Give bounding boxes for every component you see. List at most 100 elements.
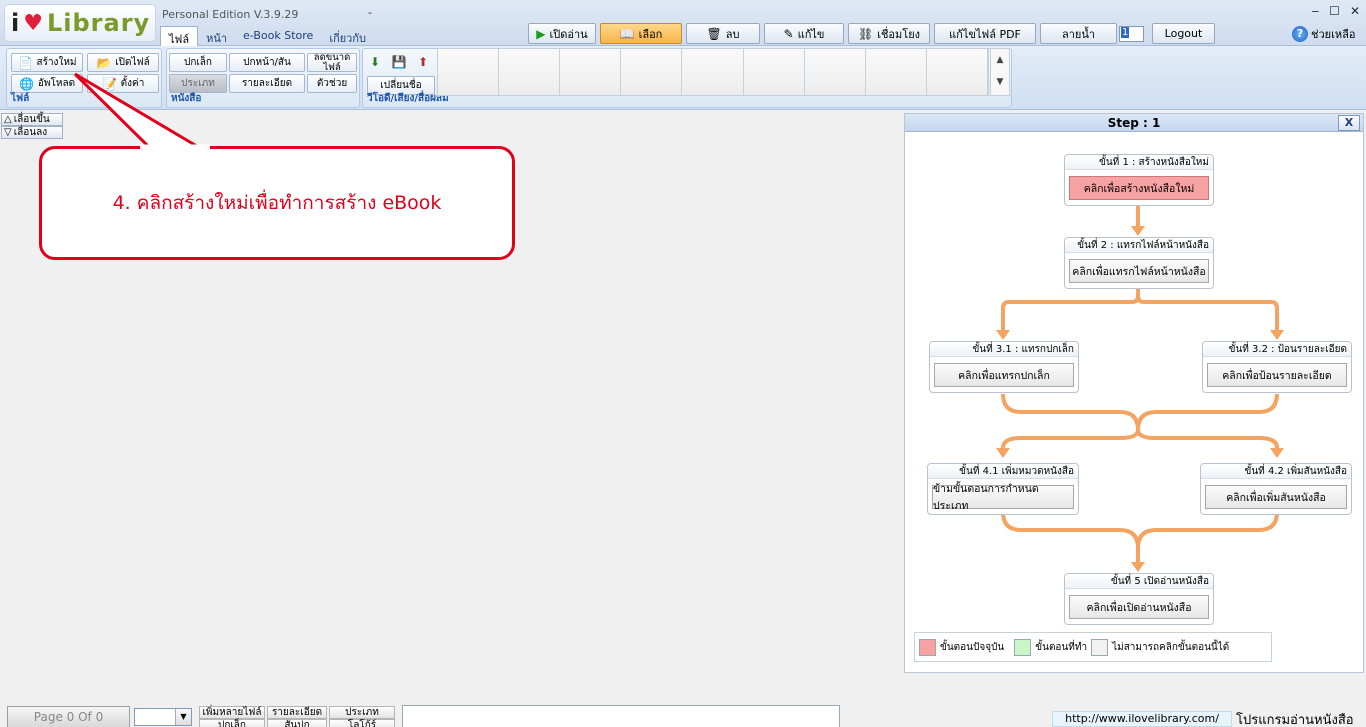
watermark-label: ลายน้ำ [1061,27,1096,41]
edit-button[interactable]: ✎ แก้ไข [764,23,844,44]
new-document-icon: 📄 [17,55,33,70]
thumbnail-slot[interactable] [865,49,927,95]
notes-textarea[interactable] [402,705,840,727]
step-3-1-box: ขั้นที่ 3.1 : แทรกปกเล็ก คลิกเพื่อแทรกปก… [929,341,1079,393]
book-group-label: หนังสือ [171,93,202,104]
save-icon[interactable]: 💾 [391,54,407,70]
reduce-size-button[interactable]: ลดขนาดไฟล์ [307,52,357,72]
import-icon[interactable]: ⬇ [367,54,383,70]
thumbnail-slot[interactable] [438,49,500,95]
edit-icon: ✎ [783,26,794,41]
spine-bottom-button[interactable]: สันปก [267,719,327,727]
scroll-up-icon[interactable]: ▲ [991,49,1009,71]
helper-label: ตัวช่วย [316,78,348,89]
window-title-dash: - [368,6,372,19]
front-cover-button[interactable]: ปกเล็ก [169,53,227,72]
help-label: ช่วยเหลือ [1311,27,1356,41]
thumbnail-strip[interactable] [437,48,989,96]
step-panel: Step : 1 X ขั้นที่ 1 : สร้างหนังสือใหม่ … [904,113,1364,673]
link-label: เชื่อมโยง [877,27,921,41]
book-group: ปกเล็ก ปกหน้า/สัน ลดขนาดไฟล์ ประเภท รายล… [166,48,360,108]
select-button[interactable]: 📖 เลือก [600,23,682,44]
export-icon[interactable]: ⬆ [415,54,431,70]
delete-label: ลบ [725,27,740,41]
logo-bottom-button[interactable]: โลโก้ร์ [329,719,395,727]
scroll-down-icon[interactable]: ▼ [991,71,1009,93]
logo-text: Library [46,9,151,37]
play-icon: ▶ [536,26,546,41]
cover-spine-button[interactable]: ปกหน้า/สัน [229,53,305,72]
thumbnail-slot[interactable] [499,49,561,95]
book-select-icon: 📖 [619,26,635,41]
move-down-button[interactable]: ▽ เลื่อนลง [1,126,63,139]
delete-button[interactable]: 🗑 ลบ [686,23,760,44]
close-icon[interactable]: ✕ [1350,4,1360,18]
legend-done-swatch [1014,638,1032,656]
details-button[interactable]: รายละเอียด [229,74,305,93]
step-2-button[interactable]: คลิกเพื่อแทรกไฟล์หน้าหนังสือ [1069,259,1209,283]
edition-label: Personal Edition V.3.9.29 [162,8,299,21]
step-5-title: ขั้นที่ 5 เปิดอ่านหนังสือ [1065,574,1213,589]
step-1-button[interactable]: คลิกเพื่อสร้างหนังสือใหม่ [1069,176,1209,200]
thumbnail-slot[interactable] [621,49,683,95]
cover-spine-label: ปกหน้า/สัน [243,57,291,68]
category-label: ประเภท [181,78,215,89]
small-cover-bottom-button[interactable]: ปกเล็ก [199,719,265,727]
new-button[interactable]: 📄 สร้างใหม่ [11,53,83,72]
thumbnail-slot[interactable] [804,49,866,95]
tab-page[interactable]: หน้า [198,26,235,46]
link-button[interactable]: ⛓ เชื่อมโยง [848,23,930,44]
title-bar: i ♥ Library Personal Edition V.3.9.29 - … [0,0,1366,46]
trash-icon: 🗑 [706,26,722,41]
step-4-2-box: ขั้นที่ 4.2 เพิ่มสันหนังสือ คลิกเพื่อเพิ… [1200,463,1352,515]
heart-icon: ♥ [23,10,43,36]
minimize-icon[interactable]: ‒ [1312,4,1320,18]
maximize-icon[interactable]: ☐ [1329,4,1340,18]
thumbnail-slot[interactable] [743,49,805,95]
tab-ebook-store[interactable]: e-Book Store [235,26,321,46]
thumbnail-slot[interactable] [560,49,622,95]
select-label: เลือก [638,27,663,41]
step-3-1-button[interactable]: คลิกเพื่อแทรกปกเล็ก [934,363,1074,387]
logout-button[interactable]: Logout [1152,23,1215,44]
app-logo: i ♥ Library [4,4,156,42]
globe-icon: 🌐 [19,76,35,91]
step-4-1-box: ขั้นที่ 4.1 เพิ่มหมวดหนังสือ ข้ามขั้นตอน… [927,463,1079,515]
menu-tabs: ไฟล์ หน้า e-Book Store เกี่ยวกับ [160,26,374,46]
step-3-2-button[interactable]: คลิกเพื่อป้อนรายละเอียด [1207,363,1347,387]
legend-current-label: ขั้นตอนปัจจุบัน [940,641,1005,653]
callout-text: 4. คลิกสร้างใหม่เพื่อทำการสร้าง eBook [112,192,442,214]
help-button[interactable]: ? ช่วยเหลือ [1292,23,1362,44]
step-2-box: ขั้นที่ 2 : แทรกไฟล์หน้าหนังสือ คลิกเพื่… [1064,237,1214,289]
settings-button[interactable]: 📝 ตั้งค่า [87,74,159,93]
thumbnail-scrollbar[interactable]: ▲ ▼ [990,48,1010,96]
thumbnail-slot[interactable] [926,49,988,95]
legend-done-label: ขั้นตอนที่ทำ [1035,641,1088,653]
open-file-button[interactable]: 📂 เปิดไฟล์ [87,53,159,72]
step-5-box: ขั้นที่ 5 เปิดอ่านหนังสือ คลิกเพื่อเปิดอ… [1064,573,1214,625]
edit-pdf-button[interactable]: แก้ไขไฟล์ PDF [934,23,1036,44]
number-input[interactable]: 1 [1119,26,1144,42]
legend-disabled-swatch [1091,638,1109,656]
step-4-2-title: ขั้นที่ 4.2 เพิ่มสันหนังสือ [1201,464,1351,479]
open-file-label: เปิดไฟล์ [115,57,150,68]
step-5-button[interactable]: คลิกเพื่อเปิดอ่านหนังสือ [1069,595,1209,619]
tab-file[interactable]: ไฟล์ [160,26,199,46]
tab-about[interactable]: เกี่ยวกับ [321,26,374,46]
page-indicator[interactable]: Page 0 Of 0 [7,706,130,727]
thumbnail-slot[interactable] [682,49,744,95]
chevron-down-icon[interactable]: ▼ [175,709,191,725]
step-3-1-title: ขั้นที่ 3.1 : แทรกปกเล็ก [930,342,1078,357]
triangle-down-icon: ▽ [4,127,12,138]
file-group-label: ไฟล์ [11,93,30,104]
program-label: โปรแกรมอ่านหนังสือ [1236,713,1354,727]
watermark-button[interactable]: ลายน้ำ [1040,23,1117,44]
help-icon: ? [1292,25,1308,42]
page-combo[interactable]: ▼ [134,708,192,726]
step-4-2-button[interactable]: คลิกเพื่อเพิ่มสันหนังสือ [1205,485,1347,509]
open-read-button[interactable]: ▶ เปิดอ่าน [528,23,596,44]
step-4-1-button[interactable]: ข้ามขั้นตอนการกำหนดประเภท [932,483,1074,512]
website-url[interactable]: http://www.ilovelibrary.com/ [1052,711,1232,727]
close-step-panel-button[interactable]: X [1338,115,1360,131]
helper-button[interactable]: ตัวช่วย [307,74,357,93]
